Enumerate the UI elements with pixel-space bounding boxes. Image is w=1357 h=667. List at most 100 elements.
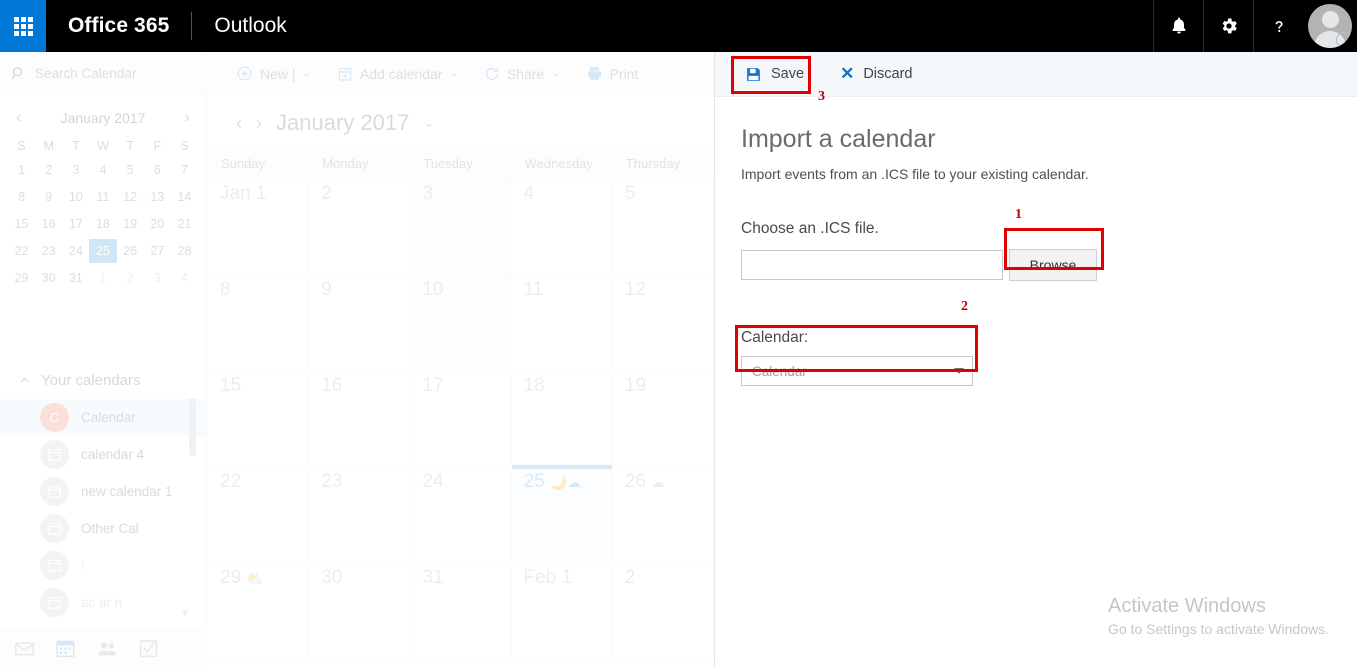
mini-day[interactable]: 27: [144, 239, 171, 263]
calendar-day-cell[interactable]: 18: [512, 369, 613, 464]
calendar-day-cell[interactable]: 10: [410, 273, 512, 368]
calendar-day-cell[interactable]: 22: [208, 465, 310, 560]
current-month-title[interactable]: January 2017: [276, 110, 409, 136]
chevron-down-icon[interactable]: ⌄: [551, 68, 559, 79]
mini-day[interactable]: 5: [117, 158, 144, 182]
mini-day[interactable]: 12: [117, 185, 144, 209]
mail-icon[interactable]: [14, 638, 35, 659]
mini-day[interactable]: 30: [35, 266, 62, 290]
avatar[interactable]: [1303, 0, 1357, 52]
mini-day[interactable]: 8: [8, 185, 35, 209]
mini-day[interactable]: 13: [144, 185, 171, 209]
toolbar-print-button[interactable]: Print: [586, 65, 638, 82]
calendar-icon[interactable]: [55, 638, 76, 659]
calendar-list-item-label: ac ar n: [81, 595, 123, 610]
calendar-day-cell[interactable]: 12: [613, 273, 714, 368]
calendar-day-cell[interactable]: 24: [410, 465, 512, 560]
mini-day[interactable]: 17: [62, 212, 89, 236]
mini-day[interactable]: 6: [144, 158, 171, 182]
calendar-day-cell[interactable]: 11: [512, 273, 613, 368]
mini-day[interactable]: 2: [35, 158, 62, 182]
mini-day[interactable]: 31: [62, 266, 89, 290]
discard-button[interactable]: ✕ Discard: [834, 60, 918, 88]
calendar-day-cell[interactable]: 8: [208, 273, 310, 368]
people-icon[interactable]: [96, 638, 118, 660]
gear-icon[interactable]: [1203, 0, 1253, 52]
mini-day[interactable]: 1: [8, 158, 35, 182]
next-period-icon[interactable]: ›: [256, 113, 262, 134]
mini-day[interactable]: 24: [62, 239, 89, 263]
calendar-day-cell[interactable]: 19: [613, 369, 714, 464]
ics-file-input[interactable]: [741, 250, 1003, 280]
mini-day[interactable]: 15: [8, 212, 35, 236]
mini-day[interactable]: 18: [89, 212, 116, 236]
mini-day[interactable]: 14: [171, 185, 198, 209]
mini-day[interactable]: 29: [8, 266, 35, 290]
mini-day-today[interactable]: 25: [89, 239, 117, 263]
calendar-list-item-3[interactable]: Other Cal: [0, 510, 206, 547]
chevron-down-icon[interactable]: ⌄: [303, 68, 311, 79]
search-input[interactable]: [35, 66, 185, 81]
mini-day[interactable]: 7: [171, 158, 198, 182]
calendar-day-cell[interactable]: Jan 1: [208, 177, 310, 272]
mini-next-month-icon[interactable]: ›: [185, 110, 190, 126]
mini-day[interactable]: 10: [62, 185, 89, 209]
calendar-day-cell[interactable]: 3: [410, 177, 512, 272]
app-name-outlook[interactable]: Outlook: [192, 0, 308, 52]
calendar-day-cell[interactable]: 16: [309, 369, 411, 464]
calendar-day-cell[interactable]: 15: [208, 369, 310, 464]
calendar-day-cell[interactable]: 2: [613, 561, 714, 656]
mini-prev-month-icon[interactable]: ‹: [16, 110, 21, 126]
calendar-day-cell[interactable]: 26 ☁: [613, 465, 714, 560]
calendar-day-cell-today[interactable]: 25 🌙☁: [511, 465, 613, 560]
calendar-list-scrollbar[interactable]: [189, 398, 196, 456]
calendar-day-cell[interactable]: 4: [512, 177, 613, 272]
mini-day[interactable]: 23: [35, 239, 62, 263]
mini-day[interactable]: 22: [8, 239, 35, 263]
calendar-day-cell[interactable]: Feb 1: [512, 561, 613, 656]
chevron-down-icon[interactable]: ⌄: [449, 68, 457, 79]
mini-day[interactable]: 2: [117, 266, 144, 290]
calendar-list-item-1[interactable]: calendar 4: [0, 436, 206, 473]
calendar-list-item-5[interactable]: ac ar n: [0, 584, 206, 621]
mini-day[interactable]: 1: [89, 266, 116, 290]
calendar-day-cell[interactable]: 2: [309, 177, 411, 272]
prev-period-icon[interactable]: ‹: [236, 113, 242, 134]
calendar-day-cell[interactable]: 31: [410, 561, 512, 656]
calendar-day-cell[interactable]: 29 ⛅: [208, 561, 310, 656]
calendar-list-item-2[interactable]: new calendar 1: [0, 473, 206, 510]
calendar-day-cell[interactable]: 30: [309, 561, 411, 656]
calendar-list-item-0[interactable]: C Calendar: [0, 399, 206, 436]
calendar-day-cell[interactable]: 5: [613, 177, 714, 272]
chevron-down-icon[interactable]: ⌄: [423, 115, 434, 131]
mini-calendar-title[interactable]: January 2017: [61, 110, 146, 126]
mini-day[interactable]: 9: [35, 185, 62, 209]
mini-day[interactable]: 26: [117, 239, 144, 263]
toolbar-item-label: New |: [260, 65, 296, 82]
toolbar-add-calendar-button[interactable]: Add calendar ⌄: [337, 66, 458, 82]
calendar-list-item-4[interactable]: !: [0, 547, 206, 584]
mini-day[interactable]: 19: [117, 212, 144, 236]
office365-brand[interactable]: Office 365: [46, 0, 191, 52]
mini-day[interactable]: 4: [89, 158, 116, 182]
calendar-day-cell[interactable]: 23: [309, 465, 411, 560]
bell-icon[interactable]: [1153, 0, 1203, 52]
mini-day[interactable]: 21: [171, 212, 198, 236]
question-mark-icon[interactable]: [1253, 0, 1303, 52]
mini-day[interactable]: 16: [35, 212, 62, 236]
calendar-list-more-icon[interactable]: ▼: [180, 608, 190, 619]
mini-day[interactable]: 20: [144, 212, 171, 236]
tasks-icon[interactable]: [138, 638, 159, 659]
toolbar-share-button[interactable]: Share ⌄: [484, 66, 560, 82]
mini-day[interactable]: 28: [171, 239, 198, 263]
mini-day[interactable]: 4: [171, 266, 198, 290]
calendar-day-cell[interactable]: 9: [309, 273, 411, 368]
mini-day[interactable]: 3: [144, 266, 171, 290]
calendar-day-cell[interactable]: 17: [410, 369, 512, 464]
toolbar-new-button[interactable]: New | ⌄: [236, 65, 311, 82]
mini-day[interactable]: 11: [89, 185, 116, 209]
search-calendar-row[interactable]: [0, 52, 206, 96]
mini-day[interactable]: 3: [62, 158, 89, 182]
your-calendars-header[interactable]: Your calendars: [0, 362, 206, 399]
app-launcher-waffle-icon[interactable]: [0, 0, 46, 52]
